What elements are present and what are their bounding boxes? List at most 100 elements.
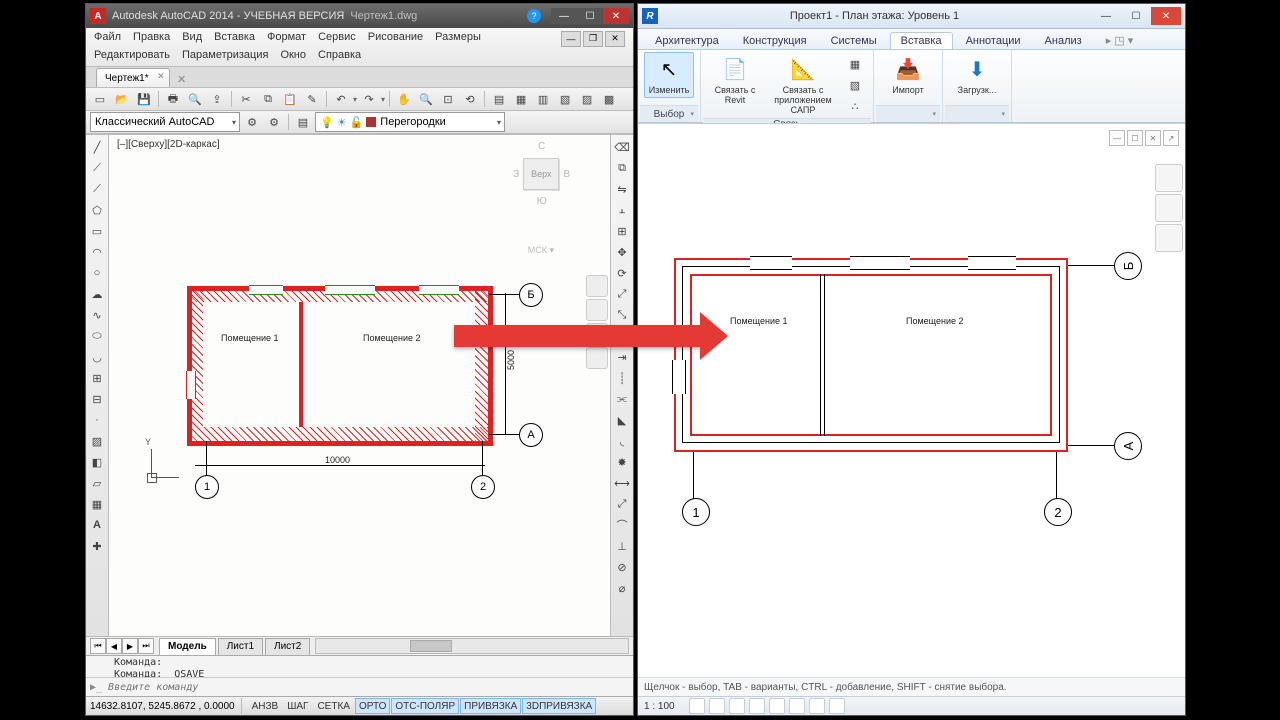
region-icon[interactable]: ▱ [87,473,107,493]
menu-help[interactable]: Справка [318,48,361,63]
viewcube-w[interactable]: З [513,169,519,180]
maximize-button[interactable]: ☐ [577,8,603,24]
crop-region-icon[interactable] [789,698,805,714]
hide-isolate-icon[interactable] [809,698,825,714]
dim-linear-icon[interactable]: ⟷ [612,473,632,493]
status-toggle-сетка[interactable]: СЕТКА [313,698,354,714]
revit-titlebar[interactable]: R Проект1 - План этажа: Уровень 1 — ☐ ✕ [638,4,1185,29]
fillet-icon[interactable]: ◟ [612,431,632,451]
tab-structure[interactable]: Конструкция [732,32,818,49]
nav-zoom-icon[interactable] [1155,224,1183,252]
decal-icon[interactable]: ▧ [845,75,865,95]
publish-icon[interactable]: ⇪ [207,89,227,109]
construction-line-icon[interactable]: ⟋ [87,158,107,178]
mdi-restore-button[interactable]: ❐ [583,31,603,47]
layer-props-icon[interactable]: ▤ [293,112,313,132]
new-icon[interactable]: ▭ [90,89,110,109]
sheet-first-button[interactable]: ⏮ [90,638,106,654]
tab-architecture[interactable]: Архитектура [644,32,730,49]
minimize-button[interactable]: — [551,8,577,24]
status-toggle-анзв[interactable]: АНЗВ [248,698,283,714]
viewcube[interactable]: С З Верх В Ю [513,141,570,207]
make-block-icon[interactable]: ⊟ [87,389,107,409]
copy-icon[interactable]: ⧉ [258,89,278,109]
insert-block-icon[interactable]: ⊞ [87,368,107,388]
polygon-icon[interactable]: ⬠ [87,200,107,220]
workspace-gear-icon[interactable]: ⚙ [264,112,284,132]
viewcube-e[interactable]: В [563,169,570,180]
sheet-set-icon[interactable]: ▧ [555,89,575,109]
rectangle-icon[interactable]: ▭ [87,221,107,241]
hatch-icon[interactable]: ▨ [87,431,107,451]
panel-cap-select[interactable]: Выбор [640,105,698,122]
menu-file[interactable]: Файл [94,30,121,45]
close-button[interactable]: ✕ [603,8,629,24]
viewcube-n[interactable]: С [513,141,570,152]
nav-orbit-icon[interactable] [586,347,608,369]
shadows-icon[interactable] [749,698,765,714]
move-icon[interactable]: ✥ [612,242,632,262]
ellipse-arc-icon[interactable]: ◡ [87,347,107,367]
preview-icon[interactable]: 🔍 [185,89,205,109]
copy2-icon[interactable]: ⧉ [612,158,632,178]
offset-icon[interactable]: ⫠ [612,200,632,220]
status-toggle-орто[interactable]: ОРТО [355,698,390,714]
revcloud-icon[interactable]: ☁ [87,284,107,304]
ellipse-icon[interactable]: ⬭ [87,326,107,346]
markup-icon[interactable]: ▨ [577,89,597,109]
dim-rad-icon[interactable]: ⊘ [612,557,632,577]
h-scrollbar[interactable] [315,638,629,654]
print-icon[interactable]: 🖶 [163,89,183,109]
design-center-icon[interactable]: ▦ [511,89,531,109]
sheet-prev-button[interactable]: ◀ [106,638,122,654]
close-icon[interactable]: ✕ [157,71,165,82]
erase-icon[interactable]: ⌫ [612,137,632,157]
gradient-icon[interactable]: ◧ [87,452,107,472]
minimize-button[interactable]: — [1091,7,1121,25]
menu-dim[interactable]: Размеры [435,30,481,45]
scale-readout[interactable]: 1 : 100 [644,701,675,712]
explode-icon[interactable]: ✸ [612,452,632,472]
stretch-icon[interactable]: ⤡ [612,305,632,325]
tab-more-icon[interactable]: ▸ ◳ ▾ [1095,31,1145,49]
mtext-icon[interactable]: A [87,515,107,535]
detail-level-icon[interactable] [689,698,705,714]
link-revit-button[interactable]: 📄 Связать с Revit [707,52,763,108]
layer-dropdown[interactable]: 💡 ☀ 🔓 Перегородки [315,112,505,132]
command-input[interactable] [106,681,629,694]
viewcube-top[interactable]: Верх [523,158,559,190]
status-toggle-отс-поляр[interactable]: ОТС-ПОЛЯР [391,698,459,714]
dwf-markup-icon[interactable]: ▦ [845,54,865,74]
maximize-button[interactable]: ☐ [1121,7,1151,25]
panel-cap-import[interactable] [876,105,940,122]
paste-icon[interactable]: 📋 [280,89,300,109]
menu-draw[interactable]: Рисование [368,30,423,45]
nav-pan-icon[interactable] [586,299,608,321]
nav-wheel-icon[interactable] [1155,194,1183,222]
menu-parametric[interactable]: Параметризация [182,48,268,63]
pan-icon[interactable]: ✋ [394,89,414,109]
cut-icon[interactable]: ✂ [236,89,256,109]
wcs-label[interactable]: МСК ▾ [528,245,554,256]
zoom-icon[interactable]: 🔍 [416,89,436,109]
table-icon[interactable]: ▦ [87,494,107,514]
nav-home-icon[interactable] [1155,164,1183,192]
link-cad-button[interactable]: 📐 Связать с приложением САПР [765,52,841,118]
import-button[interactable]: 📥 Импорт [880,52,936,98]
tab-insert[interactable]: Вставка [890,32,953,49]
dim-aligned-icon[interactable]: ⤢ [612,494,632,514]
save-icon[interactable]: 💾 [134,89,154,109]
mdi-close-button[interactable]: ✕ [605,31,625,47]
break-icon[interactable]: ┊ [612,368,632,388]
close-button[interactable]: ✕ [1151,7,1181,25]
sheet-next-button[interactable]: ▶ [122,638,138,654]
tab-annotate[interactable]: Аннотации [955,32,1032,49]
point-icon[interactable]: · [87,410,107,430]
nav-wheel-icon[interactable] [586,275,608,297]
dim-ord-icon[interactable]: ⊥ [612,536,632,556]
workspace-settings-icon[interactable]: ⚙ [242,112,262,132]
menu-view[interactable]: Вид [182,30,202,45]
menu-edit[interactable]: Правка [133,30,170,45]
modify-button[interactable]: ↖ Изменить [644,52,694,98]
new-tab-button[interactable]: ✕ [174,71,190,87]
